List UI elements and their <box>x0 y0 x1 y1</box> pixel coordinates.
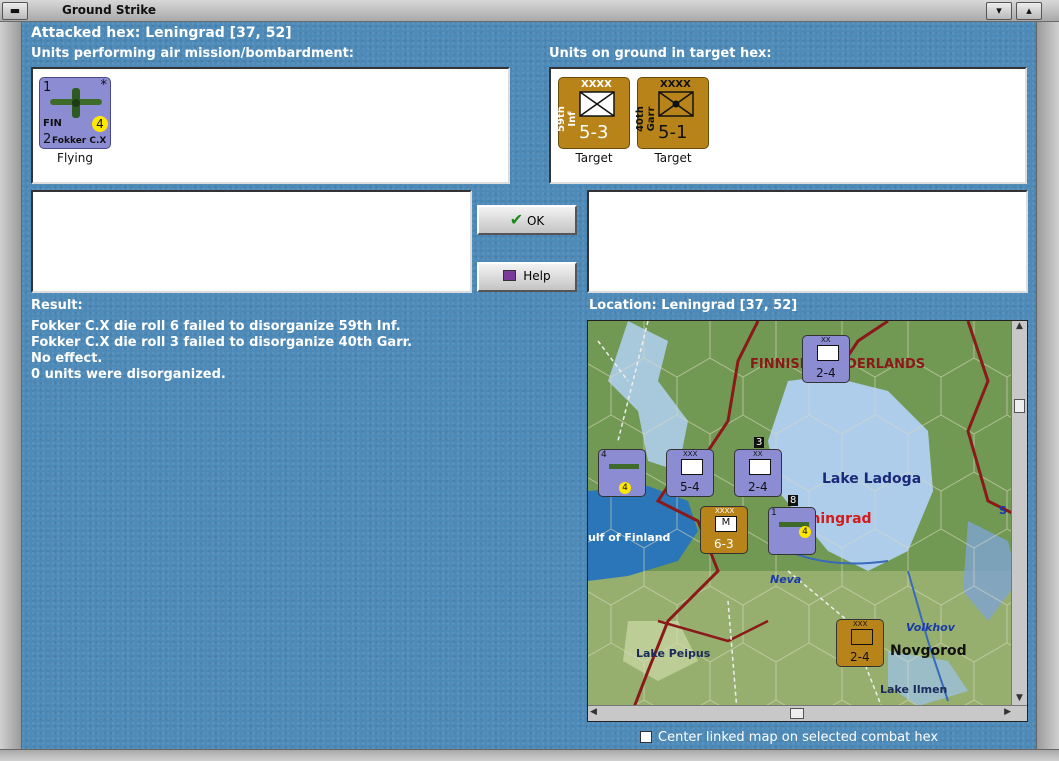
window-frame-left <box>0 22 22 761</box>
map-counter-size: XXX <box>683 450 698 458</box>
militia-symbol-icon <box>817 345 839 361</box>
map-air-counter[interactable]: 4 4 <box>598 449 646 497</box>
unit-factors: 5-3 <box>579 122 609 143</box>
map-counter-size: XX <box>821 336 831 344</box>
ground-unit-caption: Target <box>654 151 692 165</box>
map-counter[interactable]: XXX 2-4 <box>836 619 884 667</box>
ground-unit-caption: Target <box>575 151 613 165</box>
title-bar: ▬ Ground Strike ▾ ▴ <box>0 0 1059 22</box>
map-label-volkhov: Volkhov <box>906 621 955 634</box>
air-units-panel: 1 * FIN 4 2 Fokker C.X Flying <box>31 67 510 184</box>
help-button[interactable]: Help <box>477 262 577 292</box>
window-frame-right <box>1036 22 1059 761</box>
ok-button[interactable]: ✔ OK <box>477 205 577 235</box>
stack-count: 3 <box>754 437 765 448</box>
map-counter-size: XXX <box>853 620 868 628</box>
air-unit-caption: Flying <box>57 151 93 165</box>
minimize-button[interactable]: ▾ <box>986 2 1012 20</box>
map-label-lake-ilmen: Lake Ilmen <box>880 683 948 696</box>
scroll-left-arrow-icon[interactable]: ◀ <box>590 707 597 717</box>
location-label: Location: Leningrad [37, 52] <box>589 298 798 313</box>
horizontal-scrollbar[interactable]: ◀ ▶ <box>588 705 1027 721</box>
vertical-scroll-thumb[interactable] <box>1014 399 1025 413</box>
strength-badge: 4 <box>92 116 108 132</box>
plane-icon <box>609 464 639 469</box>
help-label: Help <box>523 269 551 283</box>
air-units-label: Units performing air mission/bombardment… <box>31 46 355 61</box>
map-label-gulf-of-finland: ulf of Finland <box>588 531 671 544</box>
unit-name: 59th Inf <box>556 106 578 132</box>
map-counter-size: XX <box>753 450 763 458</box>
map-counter[interactable]: XX 2-4 <box>734 449 782 497</box>
result-line: Fokker C.X die roll 3 failed to disorgan… <box>31 335 413 350</box>
dialog-body: Attacked hex: Leningrad [37, 52] Units p… <box>22 22 1036 749</box>
result-label: Result: <box>31 298 83 313</box>
ground-unit-counter[interactable]: XXXX 40th Garr 5-1 <box>635 77 709 149</box>
window-title: Ground Strike <box>62 3 157 17</box>
unit-size: XXXX <box>660 79 691 90</box>
horizontal-scroll-thumb[interactable] <box>790 708 804 719</box>
infantry-symbol-icon <box>579 91 615 117</box>
infantry-symbol-icon <box>681 459 703 475</box>
map-counter-factors: 6-3 <box>714 537 734 551</box>
unit-size: XXXX <box>581 79 612 90</box>
map-label-lake-peipus: Lake Peipus <box>636 647 711 660</box>
ground-units-panel: XXXX 59th Inf 5-3 Target XXXX 40th Garr … <box>549 67 1027 184</box>
map-label-edge: S <box>999 504 1007 517</box>
result-text: Fokker C.X die roll 6 failed to disorgan… <box>31 319 412 383</box>
map-label-novgorod: Novgorod <box>890 643 967 659</box>
fighter-plane-icon <box>50 88 102 118</box>
center-map-checkbox[interactable] <box>640 731 652 743</box>
scroll-up-arrow-icon[interactable]: ▲ <box>1012 321 1027 335</box>
map-counter-factors: 2-4 <box>816 366 836 380</box>
air-details-panel <box>31 190 472 293</box>
result-line: 0 units were disorganized. <box>31 367 226 382</box>
check-icon: ✔ <box>509 210 524 229</box>
air-unit-counter[interactable]: 1 * FIN 4 2 Fokker C.X <box>39 77 111 149</box>
map-air-counter-badge: 4 <box>799 526 811 538</box>
map-label-neva: Neva <box>770 573 802 586</box>
scroll-right-arrow-icon[interactable]: ▶ <box>1004 707 1011 717</box>
map-counter[interactable]: XXX 5-4 <box>666 449 714 497</box>
window-frame-bottom <box>0 749 1059 761</box>
map-counter[interactable]: XXXX M 6-3 <box>700 506 748 554</box>
map-air-counter-top: 4 <box>601 450 607 460</box>
ok-label: OK <box>526 214 545 228</box>
map-air-counter-top: 1 <box>771 508 777 518</box>
garrison-symbol-icon <box>658 91 694 117</box>
maximize-button[interactable]: ▴ <box>1016 2 1042 20</box>
map-counter-factors: 2-4 <box>748 480 768 494</box>
map-label-lake-ladoga: Lake Ladoga <box>822 471 922 487</box>
map-counter-mark: M <box>715 516 737 532</box>
attacked-hex-label: Attacked hex: Leningrad [37, 52] <box>31 25 292 41</box>
linked-map[interactable]: FINNISH BORDERLANDS Lake Ladoga Leningra… <box>587 320 1028 722</box>
center-map-option[interactable]: Center linked map on selected combat hex <box>640 730 938 745</box>
militia-symbol-icon <box>749 459 771 475</box>
map-counter-factors: 5-4 <box>680 480 700 494</box>
map-air-counter-badge: 4 <box>619 482 631 494</box>
counter-bottom-number: 2 <box>43 132 52 147</box>
help-book-icon <box>503 270 517 281</box>
center-map-checkbox-label: Center linked map on selected combat hex <box>658 730 939 745</box>
unit-name: 40th Garr <box>635 106 657 132</box>
ground-details-panel <box>587 190 1028 293</box>
unit-factors: 5-1 <box>658 122 688 143</box>
counter-nation: FIN <box>43 118 62 129</box>
close-window-button[interactable]: ▬ <box>2 2 28 20</box>
map-counter-factors: 2-4 <box>850 650 870 664</box>
cavalry-symbol-icon <box>851 629 873 645</box>
vertical-scrollbar[interactable]: ▲ ▼ <box>1011 321 1027 707</box>
map-air-counter[interactable]: 1 4 <box>768 507 816 555</box>
map-counter[interactable]: XX 2-4 <box>802 335 850 383</box>
result-line: No effect. <box>31 351 103 366</box>
result-line: Fokker C.X die roll 6 failed to disorgan… <box>31 319 401 334</box>
stack-count: 8 <box>788 495 799 506</box>
ground-unit-counter[interactable]: XXXX 59th Inf 5-3 <box>556 77 630 149</box>
ground-units-label: Units on ground in target hex: <box>549 46 772 61</box>
map-counter-size: XXXX <box>715 507 735 515</box>
counter-unit-name: Fokker C.X <box>52 136 107 146</box>
